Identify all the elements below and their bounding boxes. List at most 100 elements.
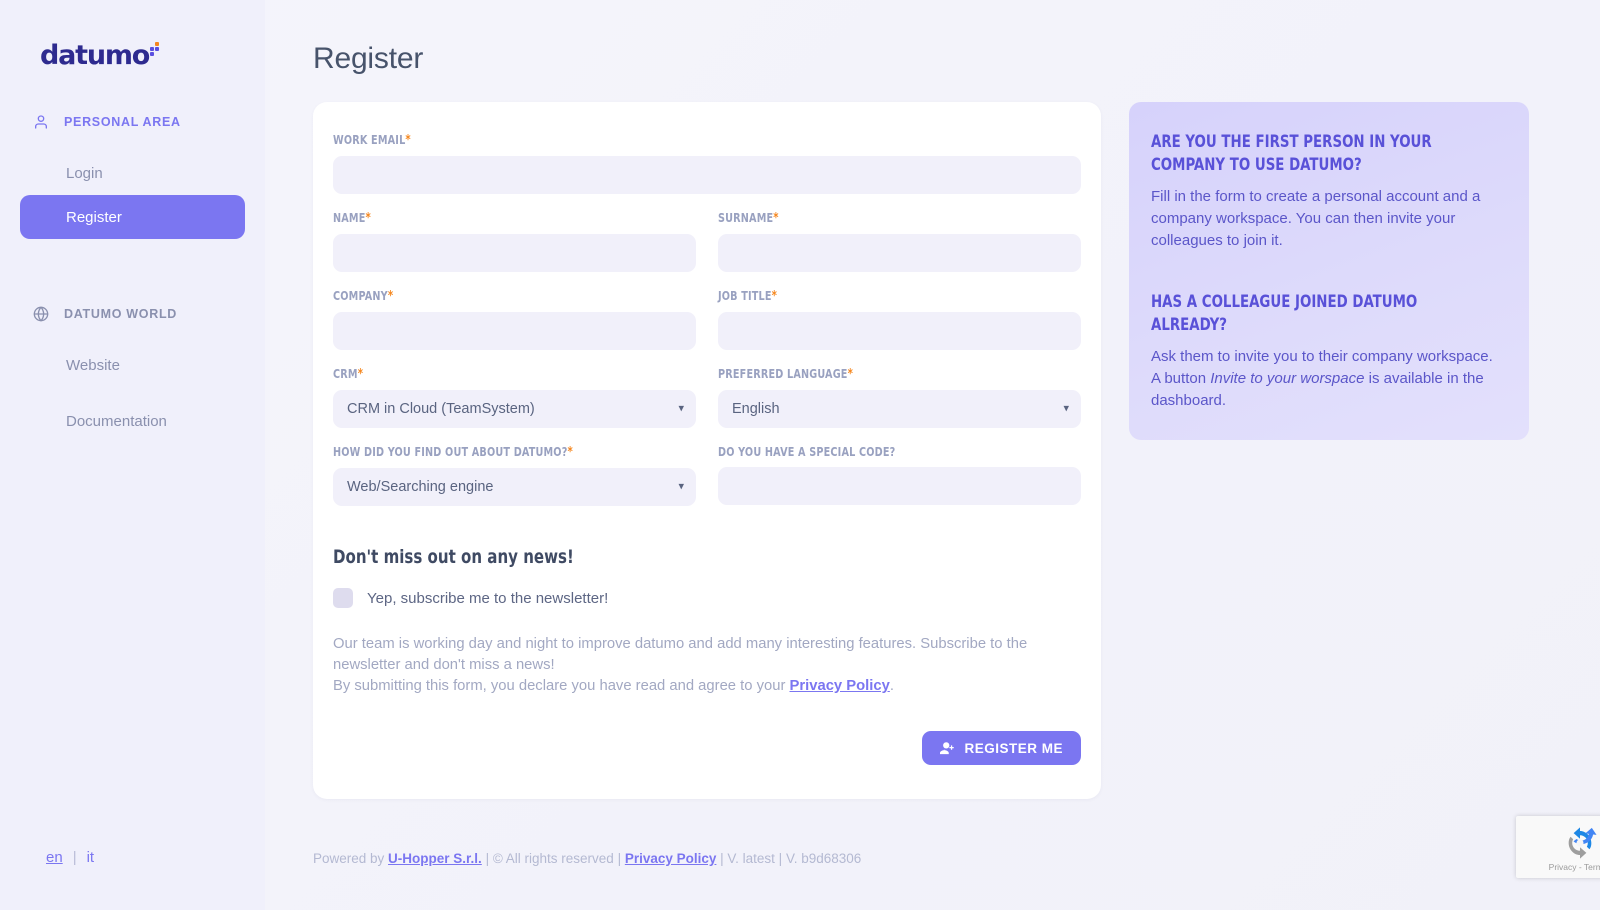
special-code-input[interactable] (718, 467, 1081, 505)
user-icon (32, 113, 50, 131)
label-text: JOB TITLE (718, 288, 772, 303)
register-form-card: WORK EMAIL* NAME* SURNAME* COMPANY* JOB … (313, 102, 1101, 799)
field-group-preferred-language: PREFERRED LANGUAGE* English ▾ (718, 366, 1081, 428)
required-asterisk: * (567, 445, 573, 460)
required-asterisk: * (847, 367, 854, 382)
info-body-first-person: Fill in the form to create a personal ac… (1151, 188, 1481, 249)
newsletter-checkbox[interactable] (333, 588, 353, 608)
find-out-select[interactable]: Web/Searching engine (333, 468, 696, 506)
nav-heading-label: DATUMO WORLD (64, 307, 178, 321)
label-text: DO YOU HAVE A SPECIAL CODE? (718, 444, 896, 459)
field-group-find-out: HOW DID YOU FIND OUT ABOUT DATUMO?* Web/… (333, 444, 696, 506)
recaptcha-icon (1563, 826, 1597, 860)
sidebar-item-label: Login (66, 164, 103, 182)
footer: Powered by U-Hopper S.r.l. | © All right… (313, 851, 861, 866)
job-title-input[interactable] (718, 312, 1081, 350)
required-asterisk: * (771, 289, 778, 304)
required-asterisk: * (387, 289, 394, 304)
required-asterisk: * (405, 133, 411, 148)
disclaimer-line-2-post: . (889, 678, 894, 694)
language-option-it[interactable]: it (87, 849, 95, 866)
label-crm: CRM* (333, 366, 645, 382)
field-group-company: COMPANY* (333, 288, 696, 350)
user-plus-icon (940, 741, 955, 756)
recaptcha-label: Privacy - Termini (1548, 862, 1600, 872)
footer-company-link[interactable]: U-Hopper S.r.l. (388, 851, 482, 866)
globe-icon (32, 305, 50, 323)
language-option-en[interactable]: en (46, 849, 63, 866)
label-surname: SURNAME* (718, 210, 1030, 226)
required-asterisk: * (365, 211, 371, 226)
preferred-language-select[interactable]: English (718, 390, 1081, 428)
label-name: NAME* (333, 210, 645, 226)
footer-rights: | © All rights reserved | (481, 851, 625, 866)
register-me-button[interactable]: REGISTER ME (922, 731, 1081, 765)
field-group-work-email: WORK EMAIL* (333, 132, 1081, 194)
sidebar-item-label: Website (66, 356, 120, 374)
sidebar-item-website[interactable]: Website (20, 343, 245, 387)
label-job-title: JOB TITLE* (718, 288, 1030, 304)
crm-select[interactable]: CRM in Cloud (TeamSystem) (333, 390, 696, 428)
sidebar-item-login[interactable]: Login (20, 151, 245, 195)
language-switcher: en | it (46, 849, 94, 866)
newsletter-checkbox-row: Yep, subscribe me to the newsletter! (333, 588, 1081, 608)
sidebar-item-label: Documentation (66, 412, 167, 430)
footer-version: | V. latest | V. b9d68306 (716, 851, 862, 866)
sidebar-item-documentation[interactable]: Documentation (20, 399, 245, 443)
label-text: PREFERRED LANGUAGE (718, 366, 848, 381)
sidebar-item-label: Register (66, 208, 122, 226)
field-group-crm: CRM* CRM in Cloud (TeamSystem) ▾ (333, 366, 696, 428)
footer-privacy-policy-link[interactable]: Privacy Policy (625, 851, 717, 866)
info-body-colleague-joined: Ask them to invite you to their company … (1151, 346, 1505, 412)
main-content: Register WORK EMAIL* NAME* SURNAME* COMP… (265, 0, 1600, 910)
info-heading-colleague-joined: HAS A COLLEAGUE JOINED DATUMO ALREADY? (1151, 292, 1418, 334)
nav-heading-datumo-world: DATUMO WORLD (0, 299, 265, 329)
page-title: Register (313, 42, 424, 75)
label-text: NAME (333, 210, 366, 225)
label-text: HOW DID YOU FIND OUT ABOUT DATUMO? (333, 444, 568, 459)
label-special-code: DO YOU HAVE A SPECIAL CODE? (718, 444, 1030, 459)
recaptcha-badge[interactable]: Privacy - Termini (1516, 816, 1600, 878)
name-input[interactable] (333, 234, 696, 272)
privacy-policy-link[interactable]: Privacy Policy (790, 678, 890, 694)
work-email-input[interactable] (333, 156, 1081, 194)
label-text: SURNAME (718, 210, 774, 225)
newsletter-disclaimer: Our team is working day and night to imp… (333, 634, 1073, 697)
nav-section-datumo-world: DATUMO WORLD Website Documentation (0, 299, 265, 443)
newsletter-checkbox-label[interactable]: Yep, subscribe me to the newsletter! (367, 590, 608, 607)
nav-heading-label: PERSONAL AREA (64, 115, 181, 129)
info-heading-first-person: ARE YOU THE FIRST PERSON IN YOUR COMPANY… (1151, 132, 1432, 174)
nav-section-personal: PERSONAL AREA Login Register (0, 107, 265, 239)
info-body-emphasis: Invite to your worspace (1210, 370, 1365, 387)
newsletter-title: Don't miss out on any news! (333, 546, 574, 568)
logo-dots-icon (150, 42, 162, 62)
nav-heading-personal-area: PERSONAL AREA (0, 107, 265, 137)
disclaimer-line-1: Our team is working day and night to imp… (333, 636, 1028, 673)
brand-logo[interactable]: datumo (0, 0, 265, 69)
label-find-out: HOW DID YOU FIND OUT ABOUT DATUMO?* (333, 444, 645, 460)
label-company: COMPANY* (333, 288, 645, 304)
company-input[interactable] (333, 312, 696, 350)
label-work-email: WORK EMAIL* (333, 132, 976, 148)
label-preferred-language: PREFERRED LANGUAGE* (718, 366, 1030, 382)
language-separator: | (72, 849, 77, 866)
label-text: COMPANY (333, 288, 388, 303)
field-group-surname: SURNAME* (718, 210, 1081, 272)
disclaimer-line-2-pre: By submitting this form, you declare you… (333, 678, 790, 694)
register-me-label: REGISTER ME (964, 740, 1063, 756)
label-text: WORK EMAIL (333, 132, 406, 147)
sidebar-item-register[interactable]: Register (20, 195, 245, 239)
logo-text: datumo (40, 40, 150, 71)
footer-powered-by: Powered by (313, 851, 389, 866)
field-group-job-title: JOB TITLE* (718, 288, 1081, 350)
field-group-name: NAME* (333, 210, 696, 272)
label-text: CRM (333, 366, 358, 381)
register-page: datumo PERSONAL AREA Login Register DATU… (0, 0, 1600, 910)
required-asterisk: * (357, 367, 364, 382)
sidebar: datumo PERSONAL AREA Login Register DATU… (0, 0, 265, 910)
info-panel: ARE YOU THE FIRST PERSON IN YOUR COMPANY… (1129, 102, 1529, 440)
required-asterisk: * (773, 211, 779, 226)
field-group-special-code: DO YOU HAVE A SPECIAL CODE? (718, 444, 1081, 506)
surname-input[interactable] (718, 234, 1081, 272)
